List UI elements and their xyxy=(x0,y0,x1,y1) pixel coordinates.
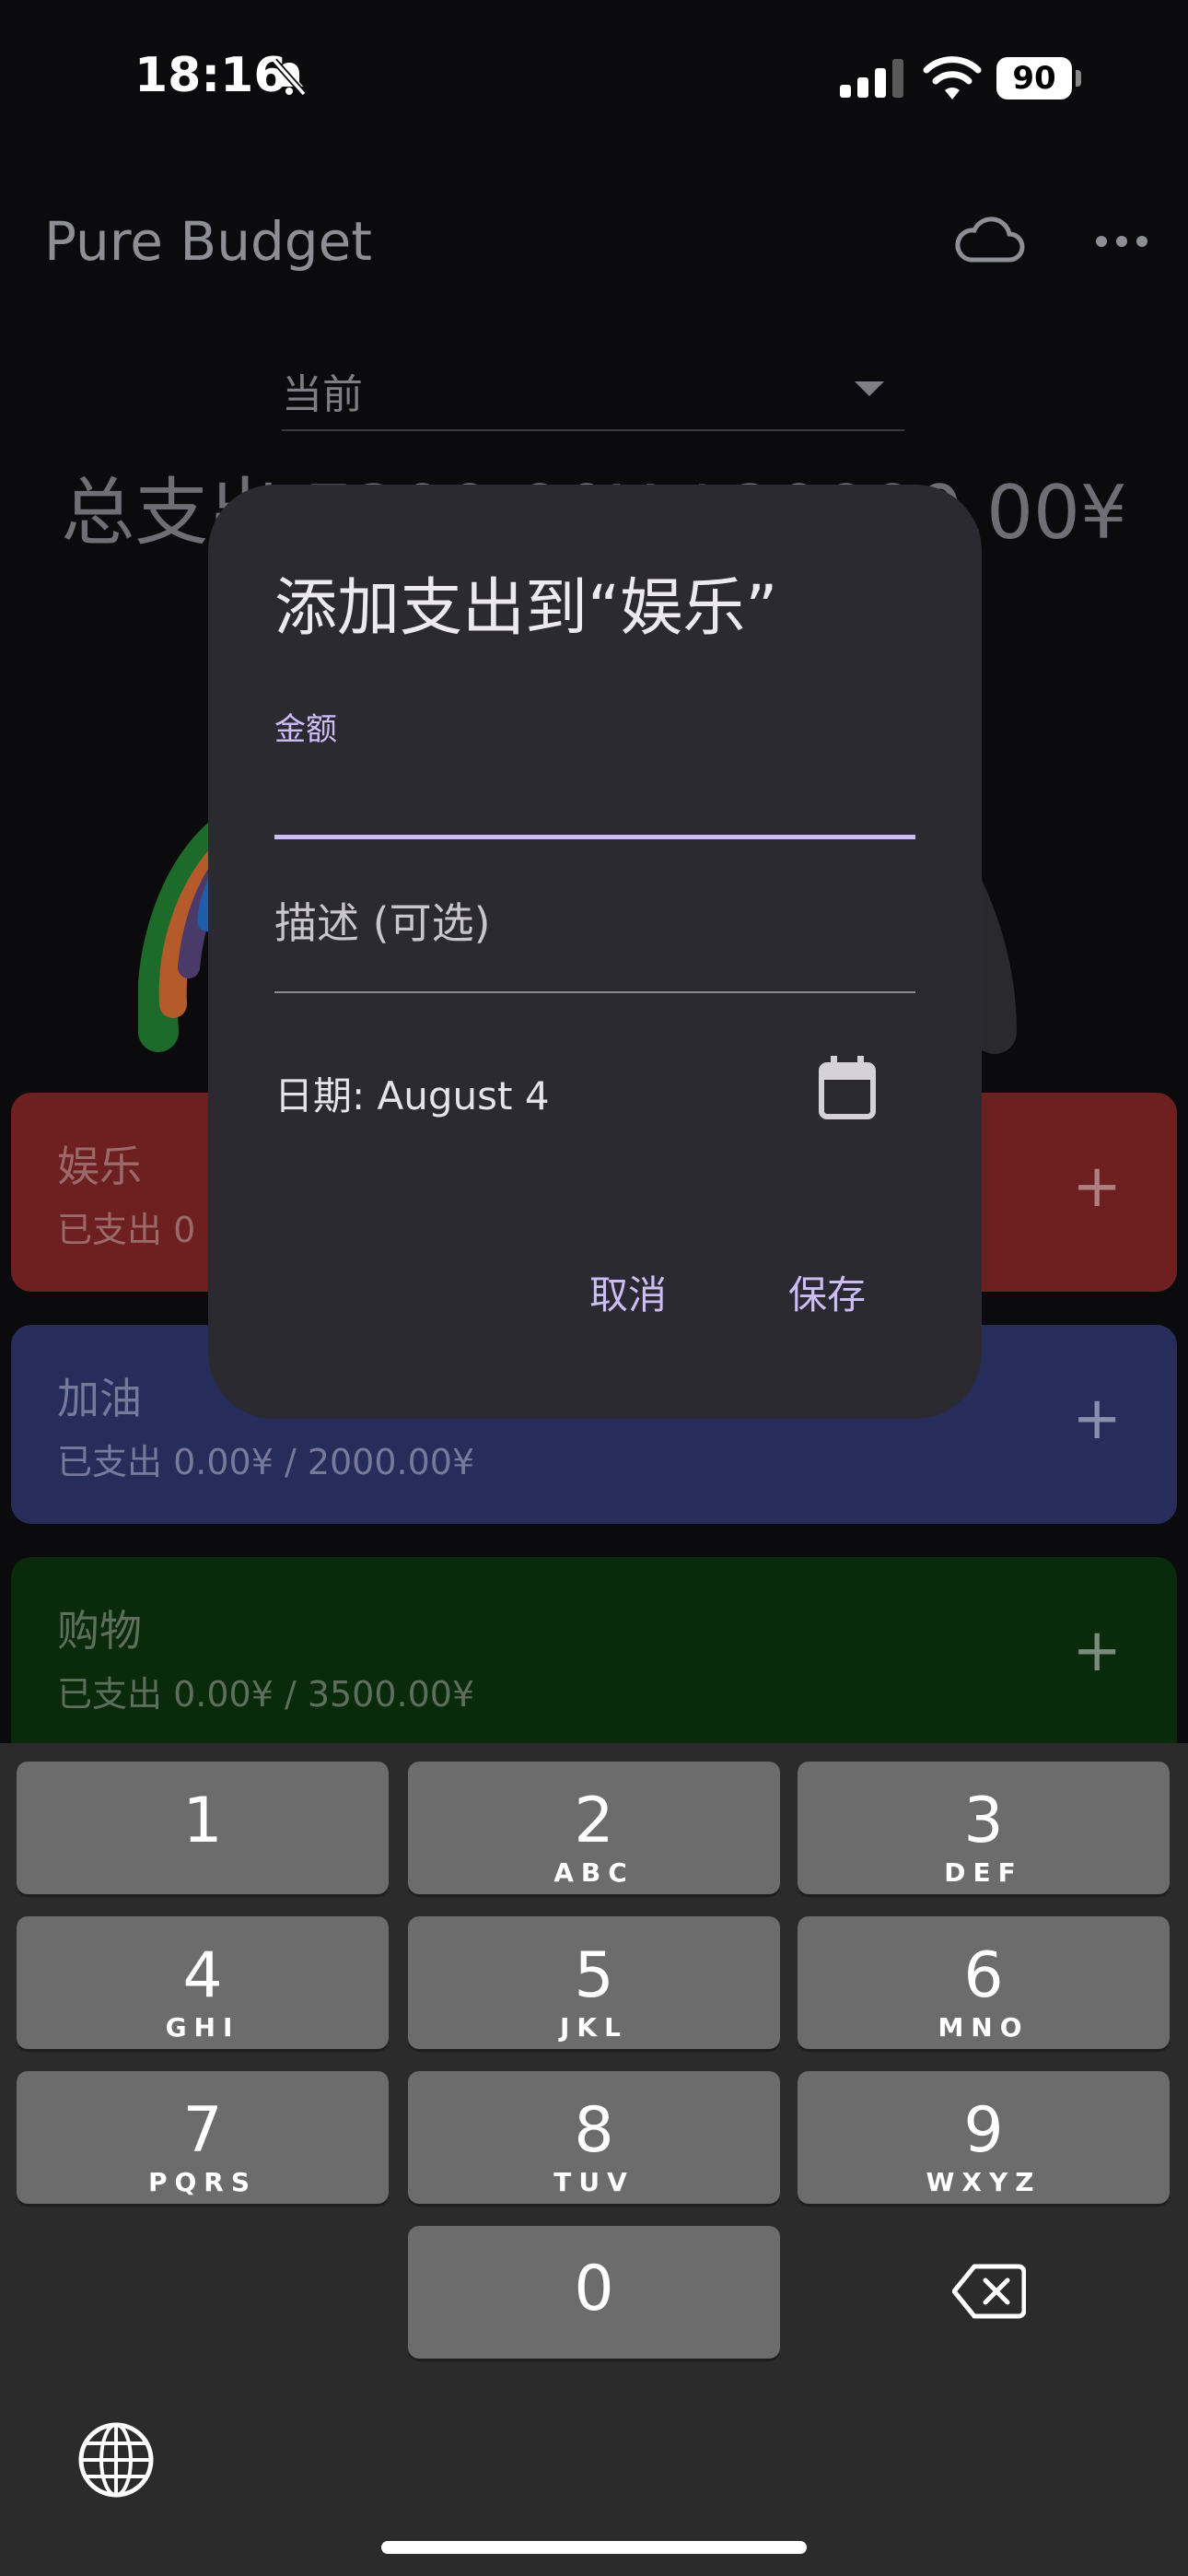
category-spent: 已支出 0.00¥ / 2000.00¥ xyxy=(57,1442,475,1482)
category-spent: 已支出 0 xyxy=(57,1210,196,1250)
home-indicator[interactable] xyxy=(381,2541,807,2554)
category-name: 娱乐 xyxy=(57,1142,142,1191)
period-dropdown[interactable]: 当前 xyxy=(282,348,904,431)
add-expense-dialog: 添加支出到“娱乐” 金额 描述 (可选) 日期: August 4 取消 保存 xyxy=(208,485,982,1419)
amount-label: 金额 xyxy=(274,711,337,748)
category-spent: 已支出 0.00¥ / 3500.00¥ xyxy=(57,1674,475,1715)
cloud-icon[interactable] xyxy=(952,214,1026,265)
key-6[interactable]: 6 MNO xyxy=(798,1916,1170,2049)
key-8[interactable]: 8 TUV xyxy=(408,2071,780,2204)
globe-icon[interactable] xyxy=(77,2421,155,2499)
backspace-icon[interactable] xyxy=(952,2263,1026,2320)
key-0[interactable]: 0 xyxy=(408,2226,780,2359)
save-button[interactable]: 保存 xyxy=(788,1264,866,1320)
bell-slash-icon xyxy=(272,58,307,97)
battery-level: 90 xyxy=(996,57,1072,100)
dialog-title: 添加支出到“娱乐” xyxy=(274,572,778,645)
add-expense-button[interactable]: + xyxy=(1072,1389,1122,1448)
key-5[interactable]: 5 JKL xyxy=(408,1916,780,2049)
status-time: 18:16 xyxy=(134,48,287,103)
calendar-icon[interactable] xyxy=(818,1056,877,1120)
app-title: Pure Budget xyxy=(44,210,373,273)
battery-icon: 90 xyxy=(996,57,1083,100)
key-2[interactable]: 2 ABC xyxy=(408,1762,780,1894)
description-underline xyxy=(274,991,915,993)
signal-icon xyxy=(840,59,903,98)
date-label: 日期: August 4 xyxy=(274,1073,550,1118)
key-1[interactable]: 1 xyxy=(17,1762,389,1894)
key-4[interactable]: 4 GHI xyxy=(17,1916,389,2049)
key-9[interactable]: 9 WXYZ xyxy=(798,2071,1170,2204)
add-expense-button[interactable]: + xyxy=(1072,1157,1122,1216)
amount-field[interactable] xyxy=(274,835,915,839)
period-value: 当前 xyxy=(282,371,363,418)
wifi-icon xyxy=(923,56,982,100)
chevron-down-icon xyxy=(855,381,884,396)
description-field[interactable]: 描述 (可选) xyxy=(274,890,491,951)
category-name: 购物 xyxy=(57,1606,142,1656)
cancel-button[interactable]: 取消 xyxy=(589,1264,667,1320)
key-7[interactable]: 7 PQRS xyxy=(17,2071,389,2204)
status-bar: 18:16 90 xyxy=(0,0,1188,157)
more-icon[interactable] xyxy=(1094,228,1149,254)
key-3[interactable]: 3 DEF xyxy=(798,1762,1170,1894)
category-name: 加油 xyxy=(57,1374,142,1423)
add-expense-button[interactable]: + xyxy=(1072,1622,1122,1680)
